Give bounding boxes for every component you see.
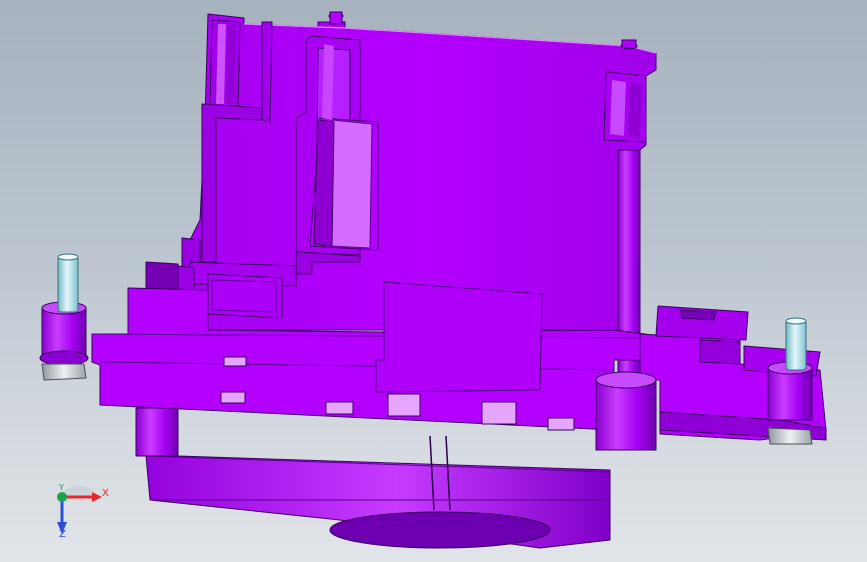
right-nut (767, 427, 813, 445)
y-axis-marker (57, 492, 67, 502)
connector-pad (145, 261, 179, 291)
cad-viewport[interactable]: X Y Z (0, 0, 867, 562)
left-nut (41, 363, 87, 381)
right-boss (595, 379, 657, 451)
x-axis-label: X (102, 488, 109, 499)
right-pin (785, 319, 807, 371)
axis-triad: X Y Z (40, 478, 120, 548)
y-axis-label: Y (59, 483, 64, 492)
left-pin (57, 255, 79, 313)
fan-bottom-cap (329, 511, 551, 549)
label-recess (375, 281, 543, 393)
z-axis-label: Z (59, 529, 66, 540)
3d-part-model[interactable] (0, 0, 867, 562)
